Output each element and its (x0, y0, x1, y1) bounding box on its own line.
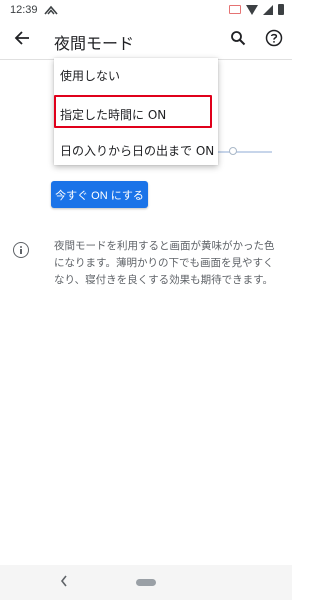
help-icon (265, 29, 283, 51)
help-button[interactable] (262, 28, 286, 52)
nav-home-pill[interactable] (136, 579, 156, 586)
info-description: 夜間モードを利用すると画面が黄味がかった色になります。薄明かりの下でも画面を見や… (54, 240, 275, 286)
menu-item-never[interactable]: 使用しない (60, 67, 120, 84)
menu-item-custom-time[interactable]: 指定した時間に ON (60, 106, 166, 123)
search-button[interactable] (226, 28, 250, 52)
back-button[interactable] (10, 28, 34, 52)
signal-icon (263, 4, 273, 15)
schedule-dropdown-menu: 使用しない 指定した時間に ON 日の入りから日の出まで ON (54, 58, 218, 165)
intensity-slider-thumb[interactable] (229, 147, 237, 155)
info-icon (13, 242, 29, 258)
app-bar: 夜間モード (0, 24, 292, 58)
menu-item-sunset-to-sunrise[interactable]: 日の入りから日の出まで ON (60, 142, 214, 159)
turn-on-now-button[interactable]: 今すぐ ON にする (51, 181, 148, 208)
search-icon (230, 30, 246, 50)
arrow-left-icon (14, 30, 30, 50)
page-title: 夜間モード (54, 36, 135, 53)
battery-icon (278, 4, 284, 15)
cast-icon (229, 5, 241, 14)
status-bar: 12:39 (0, 0, 292, 24)
navigation-bar (0, 565, 292, 600)
nav-back-icon[interactable] (60, 575, 68, 590)
status-icons (229, 4, 284, 15)
notification-icon (44, 5, 58, 18)
wifi-icon (246, 4, 258, 15)
status-time: 12:39 (10, 4, 38, 16)
